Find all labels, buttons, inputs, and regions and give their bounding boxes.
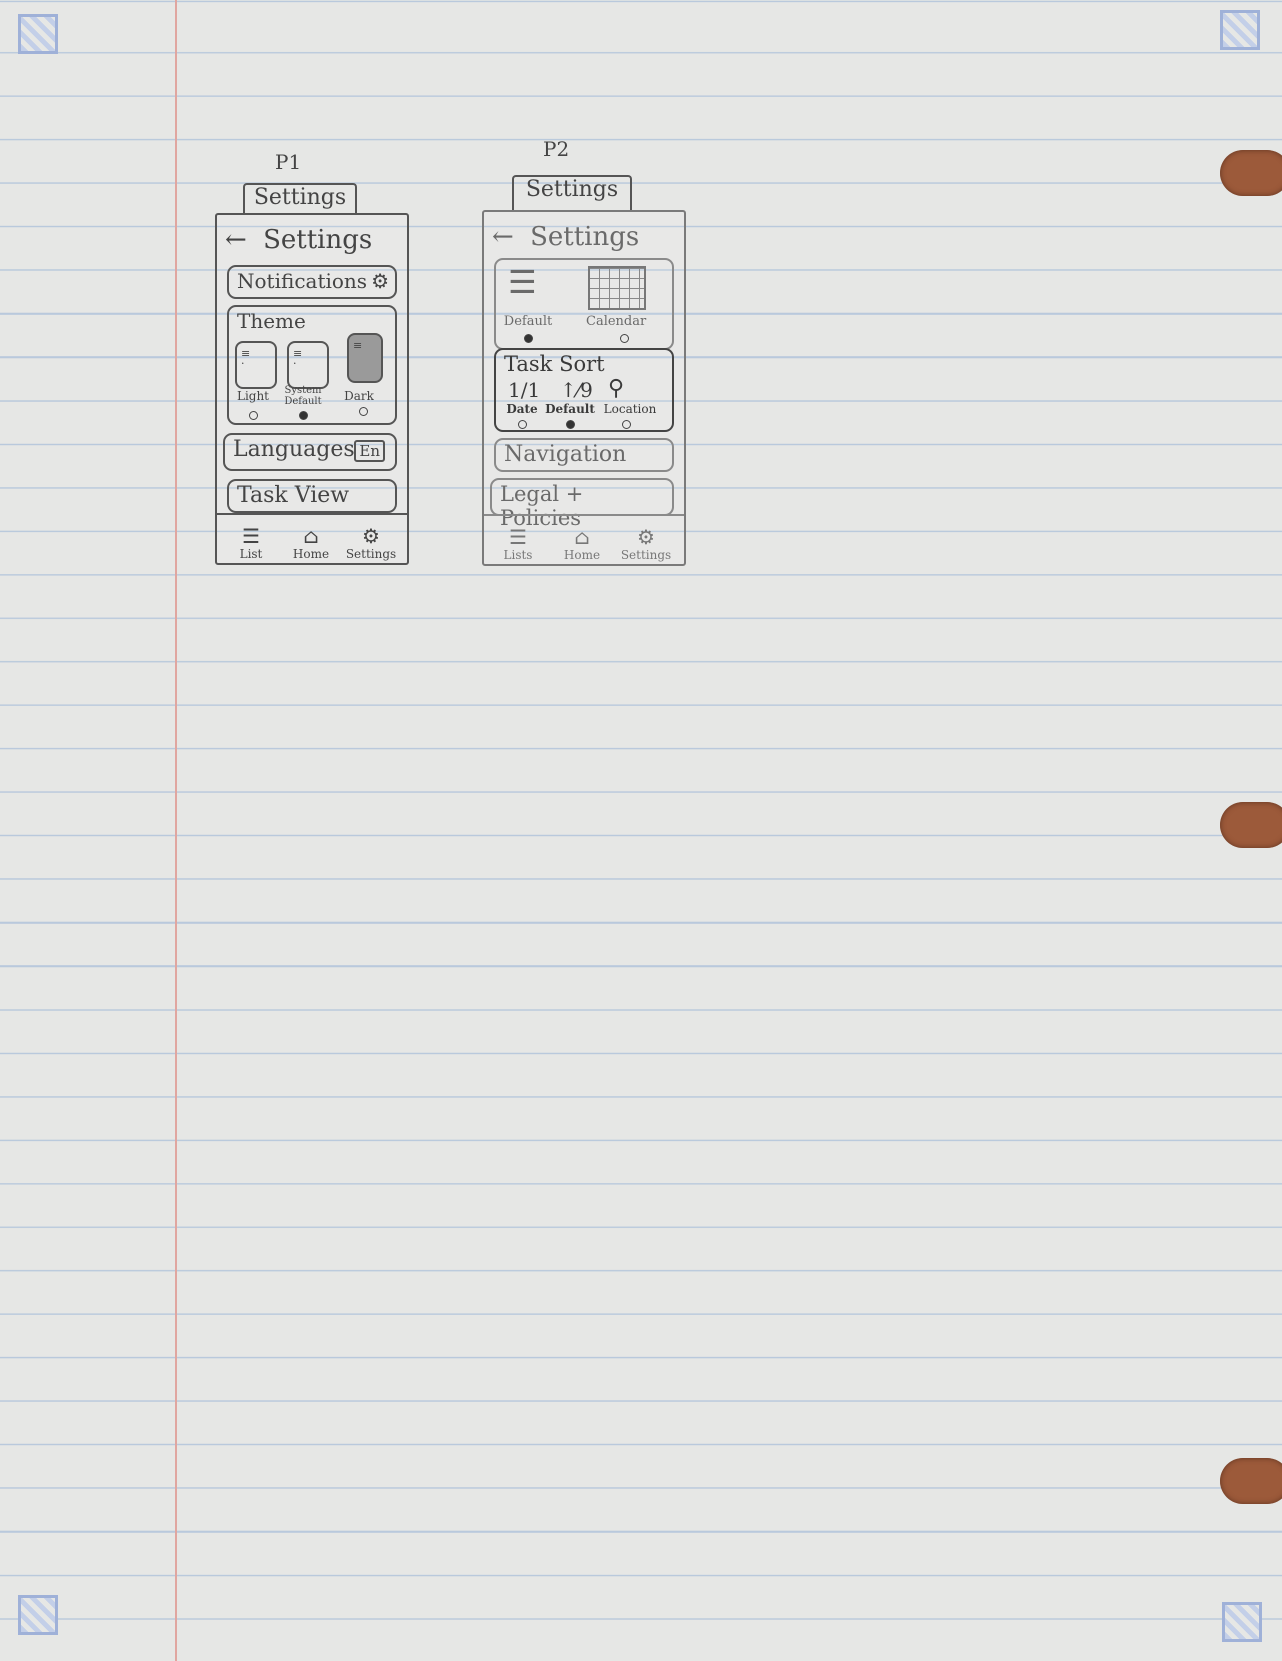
bottom-nav: ☰ Lists ⌂ Home ⚙ Settings [484, 514, 684, 564]
nav-item-home[interactable]: ⌂ Home [281, 525, 341, 561]
notifications-row[interactable]: Notifications ⚙ [227, 265, 397, 299]
default-sort-radio[interactable] [566, 420, 575, 429]
gear-icon: ⚙ [371, 269, 389, 293]
theme-option-system[interactable]: ≡ · [287, 341, 329, 389]
task-view-label: Task View [237, 483, 350, 508]
binder-hole [1220, 802, 1282, 848]
sketch-label: P1 [275, 150, 302, 174]
gear-icon: ⚙ [637, 525, 655, 549]
default-sort-glyph: ↑⁄9 [560, 378, 593, 402]
location-pin-icon: ⚲ [608, 376, 625, 401]
screen-tab-title: Settings [512, 175, 632, 211]
fiducial-marker [1222, 1602, 1262, 1642]
location-sort-label: Location [603, 402, 657, 416]
fiducial-marker [18, 1595, 58, 1635]
app-header: ← Settings [225, 225, 372, 255]
nav-label: Home [563, 548, 601, 562]
nav-label: List [239, 547, 263, 561]
theme-option-light[interactable]: ≡ · [235, 341, 277, 389]
languages-label: Languages [233, 437, 355, 462]
phone-frame: ← Settings Notifications ⚙ Theme ≡ · ≡ · ≡… [215, 213, 409, 565]
location-sort-radio[interactable] [622, 420, 631, 429]
task-sort-card: Task Sort 1/1 ↑⁄9 ⚲ Date Default Locatio… [494, 348, 674, 432]
theme-light-radio[interactable] [249, 411, 258, 420]
fiducial-marker [1220, 10, 1260, 50]
nav-label: Lists [503, 548, 533, 562]
navigation-row[interactable]: Navigation [494, 438, 674, 472]
notebook-margin-line [175, 0, 177, 1661]
home-icon: ⌂ [574, 525, 590, 549]
home-icon: ⌂ [303, 524, 319, 548]
theme-system-label: System Default [284, 385, 322, 407]
menu-icon: ☰ [242, 524, 260, 548]
back-arrow-icon[interactable]: ← [225, 225, 247, 255]
default-sort-label: Default [545, 402, 595, 416]
app-header: ← Settings [492, 222, 639, 252]
nav-item-settings[interactable]: ⚙ Settings [616, 526, 676, 562]
menu-icon: ☰ [509, 525, 527, 549]
default-view-card: ☰ Default Calendar [494, 258, 674, 350]
calendar-radio[interactable] [620, 334, 629, 343]
theme-dark-label: Dark [344, 389, 374, 403]
nav-item-list[interactable]: ☰ List [221, 525, 281, 561]
task-sort-label: Task Sort [504, 352, 605, 376]
theme-system-radio[interactable] [299, 411, 308, 420]
legal-policies-row[interactable]: Legal + Policies [490, 478, 674, 530]
nav-item-lists[interactable]: ☰ Lists [488, 526, 548, 562]
nav-label: Home [292, 547, 330, 561]
languages-row[interactable]: Languages En [223, 433, 397, 471]
theme-option-dark[interactable]: ≡ [347, 333, 383, 383]
nav-item-settings[interactable]: ⚙ Settings [341, 525, 401, 561]
theme-card: Theme ≡ · ≡ · ≡ Light System Default Dark [227, 305, 397, 425]
bottom-nav: ☰ List ⌂ Home ⚙ Settings [217, 513, 407, 563]
nav-item-home[interactable]: ⌂ Home [552, 526, 612, 562]
task-view-row[interactable]: Task View [227, 479, 397, 513]
binder-hole [1220, 150, 1282, 196]
list-view-icon[interactable]: ☰ [508, 266, 537, 298]
calendar-icon[interactable] [588, 266, 646, 310]
theme-label: Theme [237, 309, 306, 333]
language-badge: En [354, 440, 385, 462]
page-title: Settings [530, 222, 640, 252]
nav-label: Settings [620, 548, 672, 562]
back-arrow-icon[interactable]: ← [492, 222, 514, 252]
page-title: Settings [263, 225, 373, 255]
theme-dark-radio[interactable] [359, 407, 368, 416]
screen-tab-title: Settings [243, 183, 357, 215]
date-sort-radio[interactable] [518, 420, 527, 429]
gear-icon: ⚙ [362, 524, 380, 548]
binder-hole [1220, 1458, 1282, 1504]
default-option-label: Default [503, 314, 553, 329]
sketch-label: P2 [543, 137, 570, 161]
default-radio[interactable] [524, 334, 533, 343]
calendar-option-label: Calendar [586, 314, 647, 329]
phone-frame: ← Settings ☰ Default Calendar Task Sort … [482, 210, 686, 566]
fiducial-marker [18, 14, 58, 54]
nav-label: Settings [345, 547, 397, 561]
notifications-label: Notifications [237, 269, 368, 293]
navigation-label: Navigation [504, 442, 627, 467]
date-sort-glyph: 1/1 [508, 378, 541, 402]
